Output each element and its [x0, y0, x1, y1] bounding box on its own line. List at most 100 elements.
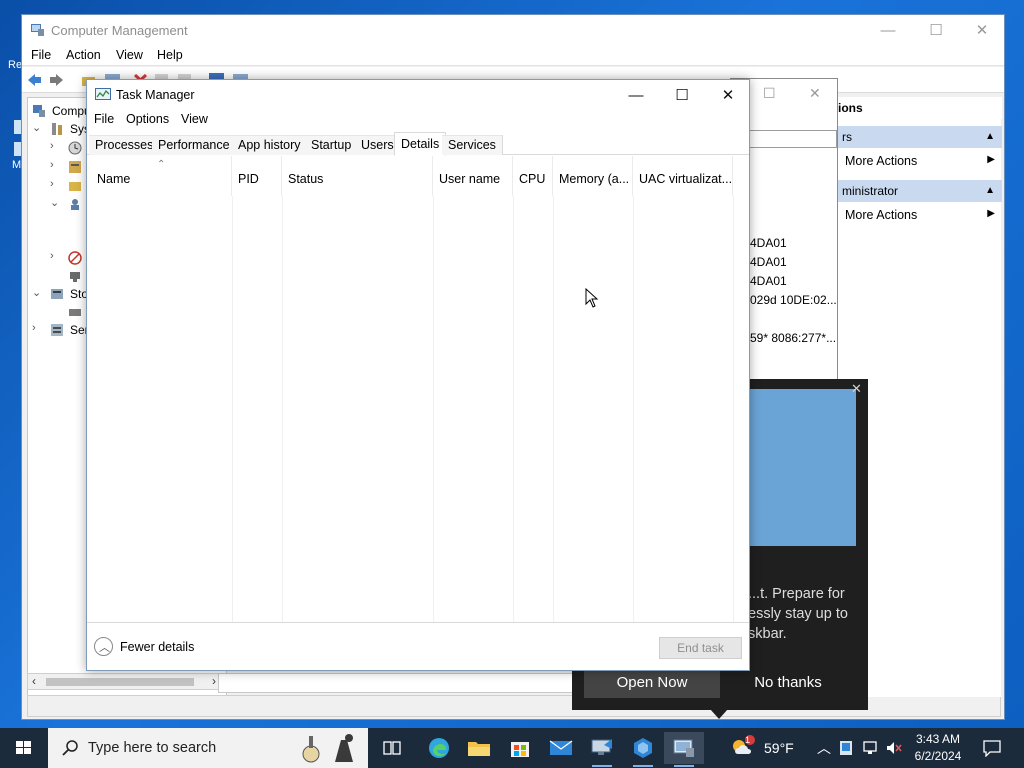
column-divider — [633, 196, 634, 622]
minimize-button[interactable]: — — [613, 80, 659, 110]
back-arrow-icon[interactable] — [26, 72, 43, 88]
column-header-user-name[interactable]: User name — [433, 156, 513, 196]
microsoft-store-icon[interactable] — [500, 732, 540, 764]
maximize-button[interactable]: ☐ — [763, 85, 776, 102]
search-highlight-icon[interactable] — [295, 732, 365, 764]
tab-details[interactable]: Details — [394, 132, 447, 156]
column-header-pid[interactable]: PID — [232, 156, 282, 196]
event-viewer-icon — [69, 161, 81, 173]
weather-icon[interactable] — [730, 734, 756, 760]
property-value: 4DA01 — [750, 274, 787, 288]
usb-device-icon[interactable] — [839, 740, 853, 756]
menu-view[interactable]: View — [181, 112, 208, 126]
menu-view[interactable]: View — [116, 48, 143, 62]
column-header-label: Status — [288, 172, 324, 186]
scroll-left-icon[interactable]: ‹ — [32, 674, 36, 688]
more-actions-item[interactable]: More Actions ▶ — [835, 151, 1002, 171]
actions-section-label: rs — [842, 130, 852, 144]
maximize-button[interactable]: ☐ — [913, 15, 959, 45]
shared-folders-icon — [69, 182, 81, 191]
fewer-details-label[interactable]: Fewer details — [120, 640, 194, 654]
cm-title-bar[interactable]: Computer Management — ☐ ✕ — [22, 15, 1004, 45]
actions-title-text: ions — [838, 101, 863, 115]
chevron-right-icon[interactable]: › — [50, 140, 62, 152]
collapse-icon[interactable]: ▲ — [985, 131, 995, 142]
chevron-right-icon[interactable]: › — [50, 178, 62, 190]
column-divider — [232, 196, 233, 622]
column-header-label: User name — [439, 172, 501, 186]
open-now-button[interactable]: Open Now — [584, 667, 720, 698]
column-divider — [553, 196, 554, 622]
chevron-right-icon[interactable]: › — [50, 250, 62, 262]
tm-title-bar[interactable]: Task Manager — ☐ ✕ — [87, 80, 749, 110]
network-app-icon[interactable] — [623, 732, 663, 767]
minimize-button[interactable]: — — [865, 15, 911, 45]
actions-section-header[interactable]: rs ▲ — [835, 126, 1002, 148]
chevron-down-icon[interactable]: ⌄ — [32, 286, 44, 299]
performance-icon — [68, 251, 82, 265]
task-view-icon[interactable] — [372, 732, 412, 764]
close-icon[interactable]: ✕ — [851, 381, 862, 397]
computer-management-taskbar-icon[interactable] — [664, 732, 704, 767]
edge-icon[interactable] — [419, 732, 459, 764]
tree-horizontal-scrollbar[interactable]: ‹ › — [27, 673, 221, 690]
computer-management-icon — [33, 105, 45, 117]
scroll-right-icon[interactable]: › — [212, 674, 216, 688]
mail-icon[interactable] — [541, 732, 581, 764]
details-table: ⌃ Name PID Status User name CPU Memory (… — [87, 156, 749, 622]
end-task-button[interactable]: End task — [659, 637, 742, 659]
volume-muted-icon[interactable] — [885, 740, 903, 756]
file-explorer-icon[interactable] — [459, 732, 499, 764]
notification-center-icon[interactable] — [982, 739, 1002, 757]
tab-performance[interactable]: Performance — [152, 135, 237, 155]
search-placeholder[interactable]: Type here to search — [88, 740, 216, 756]
desktop-icon-label[interactable]: M — [12, 159, 21, 171]
remote-desktop-icon[interactable] — [582, 732, 622, 767]
menu-options[interactable]: Options — [126, 112, 169, 126]
taskbar-search[interactable]: Type here to search — [48, 728, 368, 768]
maximize-button[interactable]: ☐ — [659, 80, 705, 110]
column-header-name[interactable]: ⌃ Name — [91, 156, 232, 196]
menu-file[interactable]: File — [31, 48, 51, 62]
close-button[interactable]: ✕ — [705, 80, 751, 110]
chevron-up-icon[interactable]: ︿ — [94, 637, 113, 656]
weather-temperature[interactable]: 59°F — [764, 740, 794, 756]
menu-help[interactable]: Help — [157, 48, 183, 62]
sort-ascending-icon: ⌃ — [157, 159, 166, 170]
close-button[interactable]: ✕ — [809, 85, 821, 102]
chevron-right-icon[interactable]: › — [50, 159, 62, 171]
local-users-icon — [71, 199, 79, 210]
menu-action[interactable]: Action — [66, 48, 101, 62]
menu-file[interactable]: File — [94, 112, 114, 126]
actions-section-label: ministrator — [842, 184, 899, 198]
show-hidden-icons-chevron-up-icon[interactable]: ︿ — [817, 738, 831, 758]
start-button[interactable] — [0, 728, 48, 768]
more-actions-item[interactable]: More Actions ▶ — [835, 205, 1002, 225]
column-header-memory[interactable]: Memory (a... — [553, 156, 633, 196]
notification-body: ...t. Prepare for essly stay up to skbar… — [748, 584, 866, 644]
column-header-uac[interactable]: UAC virtualizat... — [633, 156, 733, 196]
task-scheduler-icon — [68, 141, 82, 155]
close-button[interactable]: ✕ — [959, 15, 1005, 45]
forward-arrow-icon[interactable] — [48, 72, 65, 88]
actions-section-header[interactable]: ministrator ▲ — [835, 180, 1002, 202]
desktop-icon-label[interactable]: Re — [8, 59, 22, 71]
collapse-icon[interactable]: ▲ — [985, 185, 995, 196]
tab-startup[interactable]: Startup — [305, 135, 359, 155]
tab-services[interactable]: Services — [442, 135, 503, 155]
tm-window-title: Task Manager — [116, 88, 195, 102]
mouse-pointer-icon — [585, 288, 599, 308]
system-clock[interactable]: 3:43 AM 6/2/2024 — [902, 731, 974, 765]
notification-image — [732, 389, 856, 546]
tab-app-history[interactable]: App history — [232, 135, 308, 155]
column-header-cpu[interactable]: CPU — [513, 156, 553, 196]
chevron-down-icon[interactable]: ⌄ — [50, 196, 62, 209]
network-icon[interactable] — [862, 740, 880, 756]
scroll-thumb[interactable] — [46, 678, 194, 686]
chevron-down-icon[interactable]: ⌄ — [32, 121, 44, 134]
no-thanks-button[interactable]: No thanks — [720, 667, 856, 698]
tab-processes[interactable]: Processes — [89, 135, 161, 155]
column-header-status[interactable]: Status — [282, 156, 433, 196]
chevron-right-icon[interactable]: › — [32, 322, 44, 334]
column-header-label: CPU — [519, 172, 546, 186]
